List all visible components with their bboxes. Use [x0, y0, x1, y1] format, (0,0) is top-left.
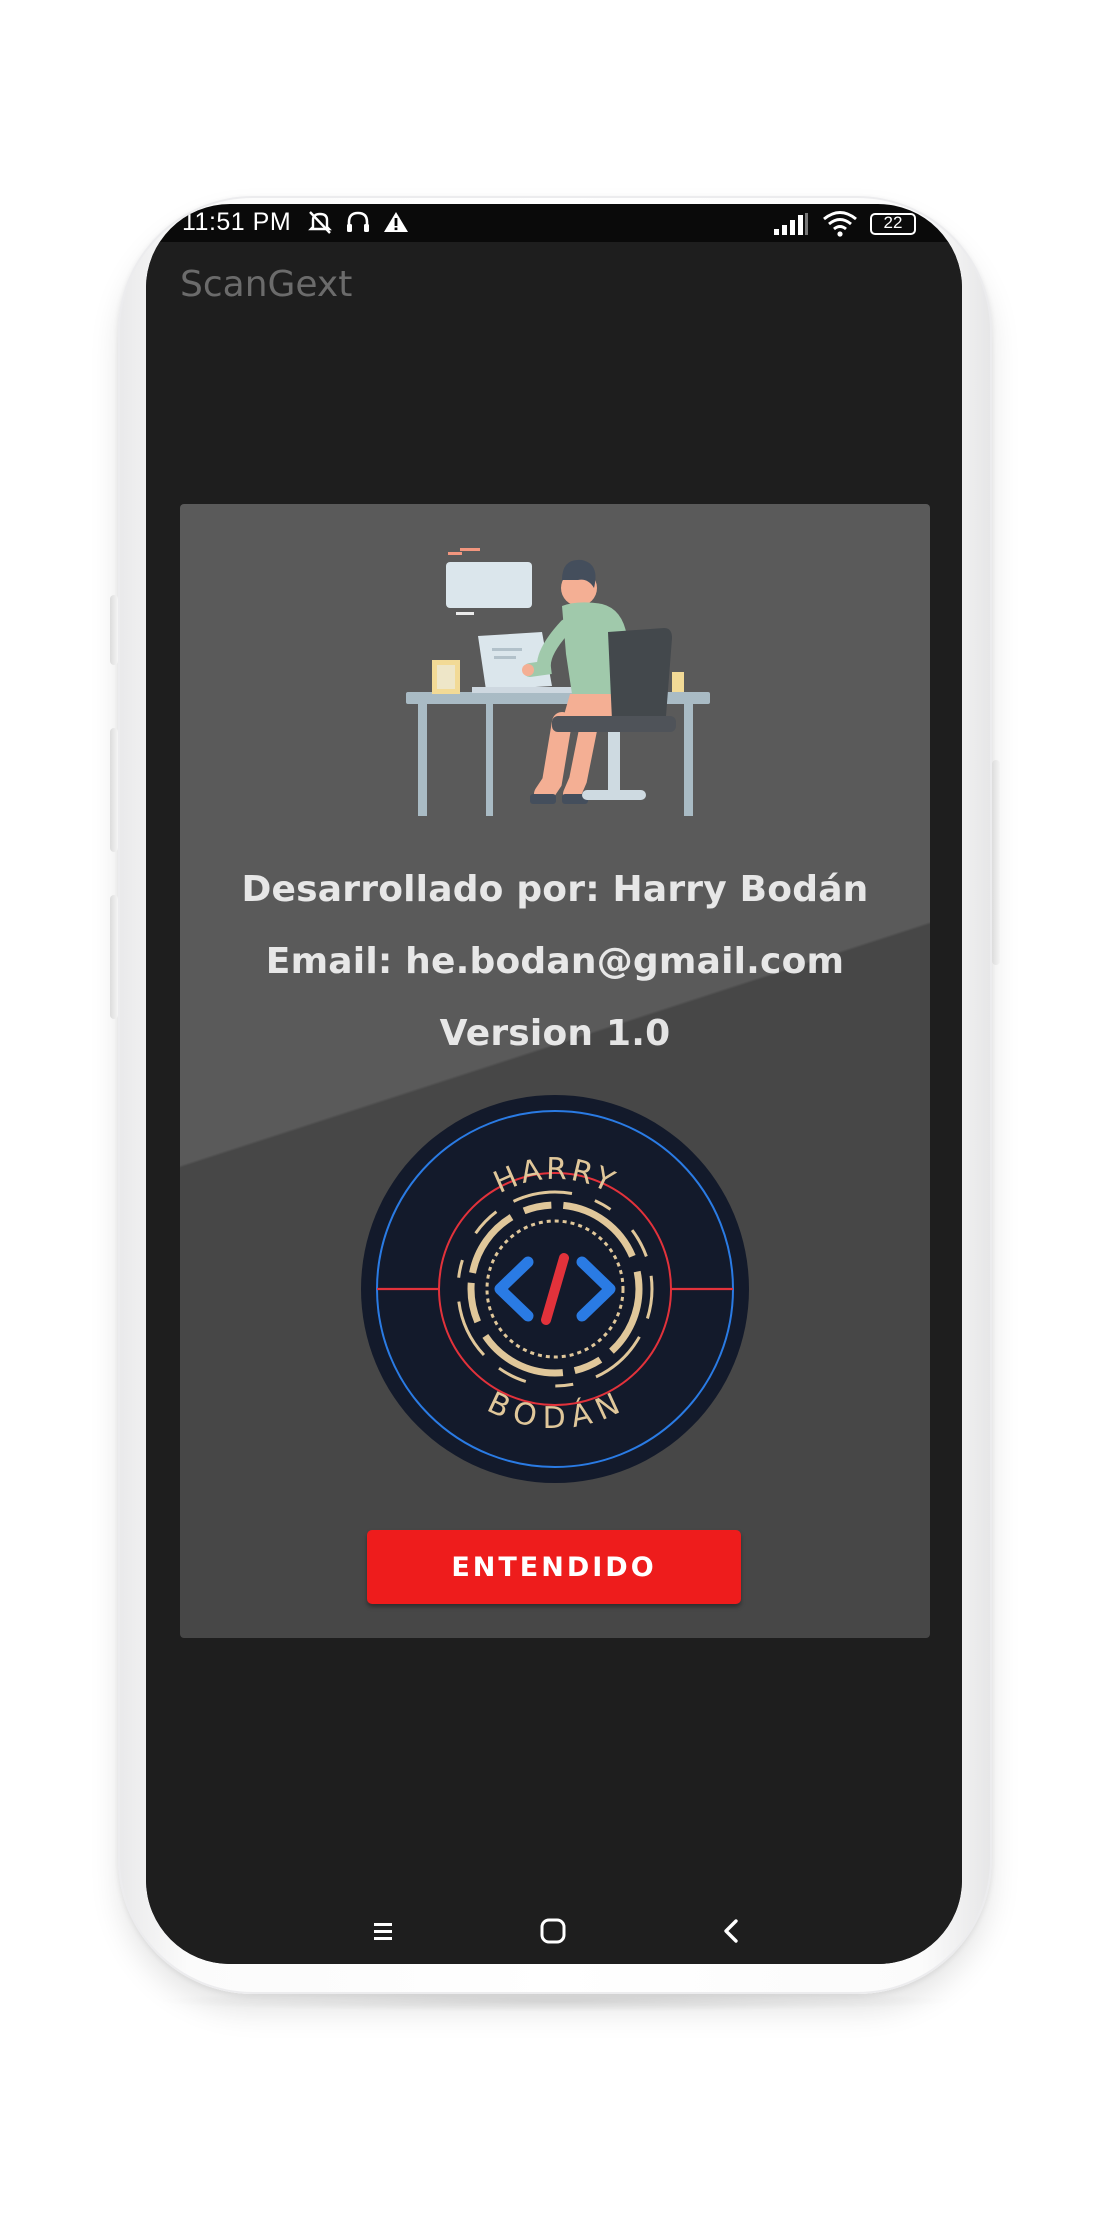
entendido-button[interactable]: ENTENDIDO — [367, 1530, 741, 1604]
battery-icon: 22 — [870, 213, 916, 235]
volume-down-key — [110, 728, 118, 852]
status-bar: 11:51 PM 22 — [146, 204, 962, 242]
mute-bell-icon — [308, 211, 332, 234]
app-bar: ScanGext — [146, 242, 962, 372]
back-icon[interactable] — [718, 1916, 744, 1946]
volume-up-key — [110, 595, 118, 665]
battery-level: 22 — [883, 213, 903, 232]
stage: 11:51 PM 22 ScanGext Desarrollado por: H… — [0, 0, 1110, 2220]
bixby-key — [110, 895, 118, 1019]
home-icon[interactable] — [538, 1916, 568, 1946]
status-notification-icons — [306, 208, 410, 236]
version-text: Version 1.0 — [439, 1013, 671, 1054]
email-text: Email: he.bodan@gmail.com — [265, 941, 845, 982]
app-title: ScanGext — [180, 264, 353, 305]
warning-icon — [384, 212, 408, 232]
power-key — [992, 760, 1000, 965]
harry-bodan-logo: HARRY BODÁN — [361, 1095, 749, 1483]
developer-text: Desarrollado por: Harry Bodán — [241, 869, 869, 910]
signal-icon — [774, 213, 808, 235]
navigation-bar — [146, 1904, 962, 1964]
phone-screen: 11:51 PM 22 ScanGext Desarrollado por: H… — [146, 204, 962, 1964]
wifi-icon — [823, 211, 857, 237]
recents-icon[interactable] — [370, 1918, 396, 1944]
status-time: 11:51 PM — [182, 208, 292, 236]
about-dialog: Desarrollado por: Harry Bodán Email: he.… — [180, 504, 930, 1638]
developer-illustration — [406, 548, 710, 816]
status-system-icons: 22 — [772, 210, 916, 238]
headset-icon — [347, 211, 369, 232]
